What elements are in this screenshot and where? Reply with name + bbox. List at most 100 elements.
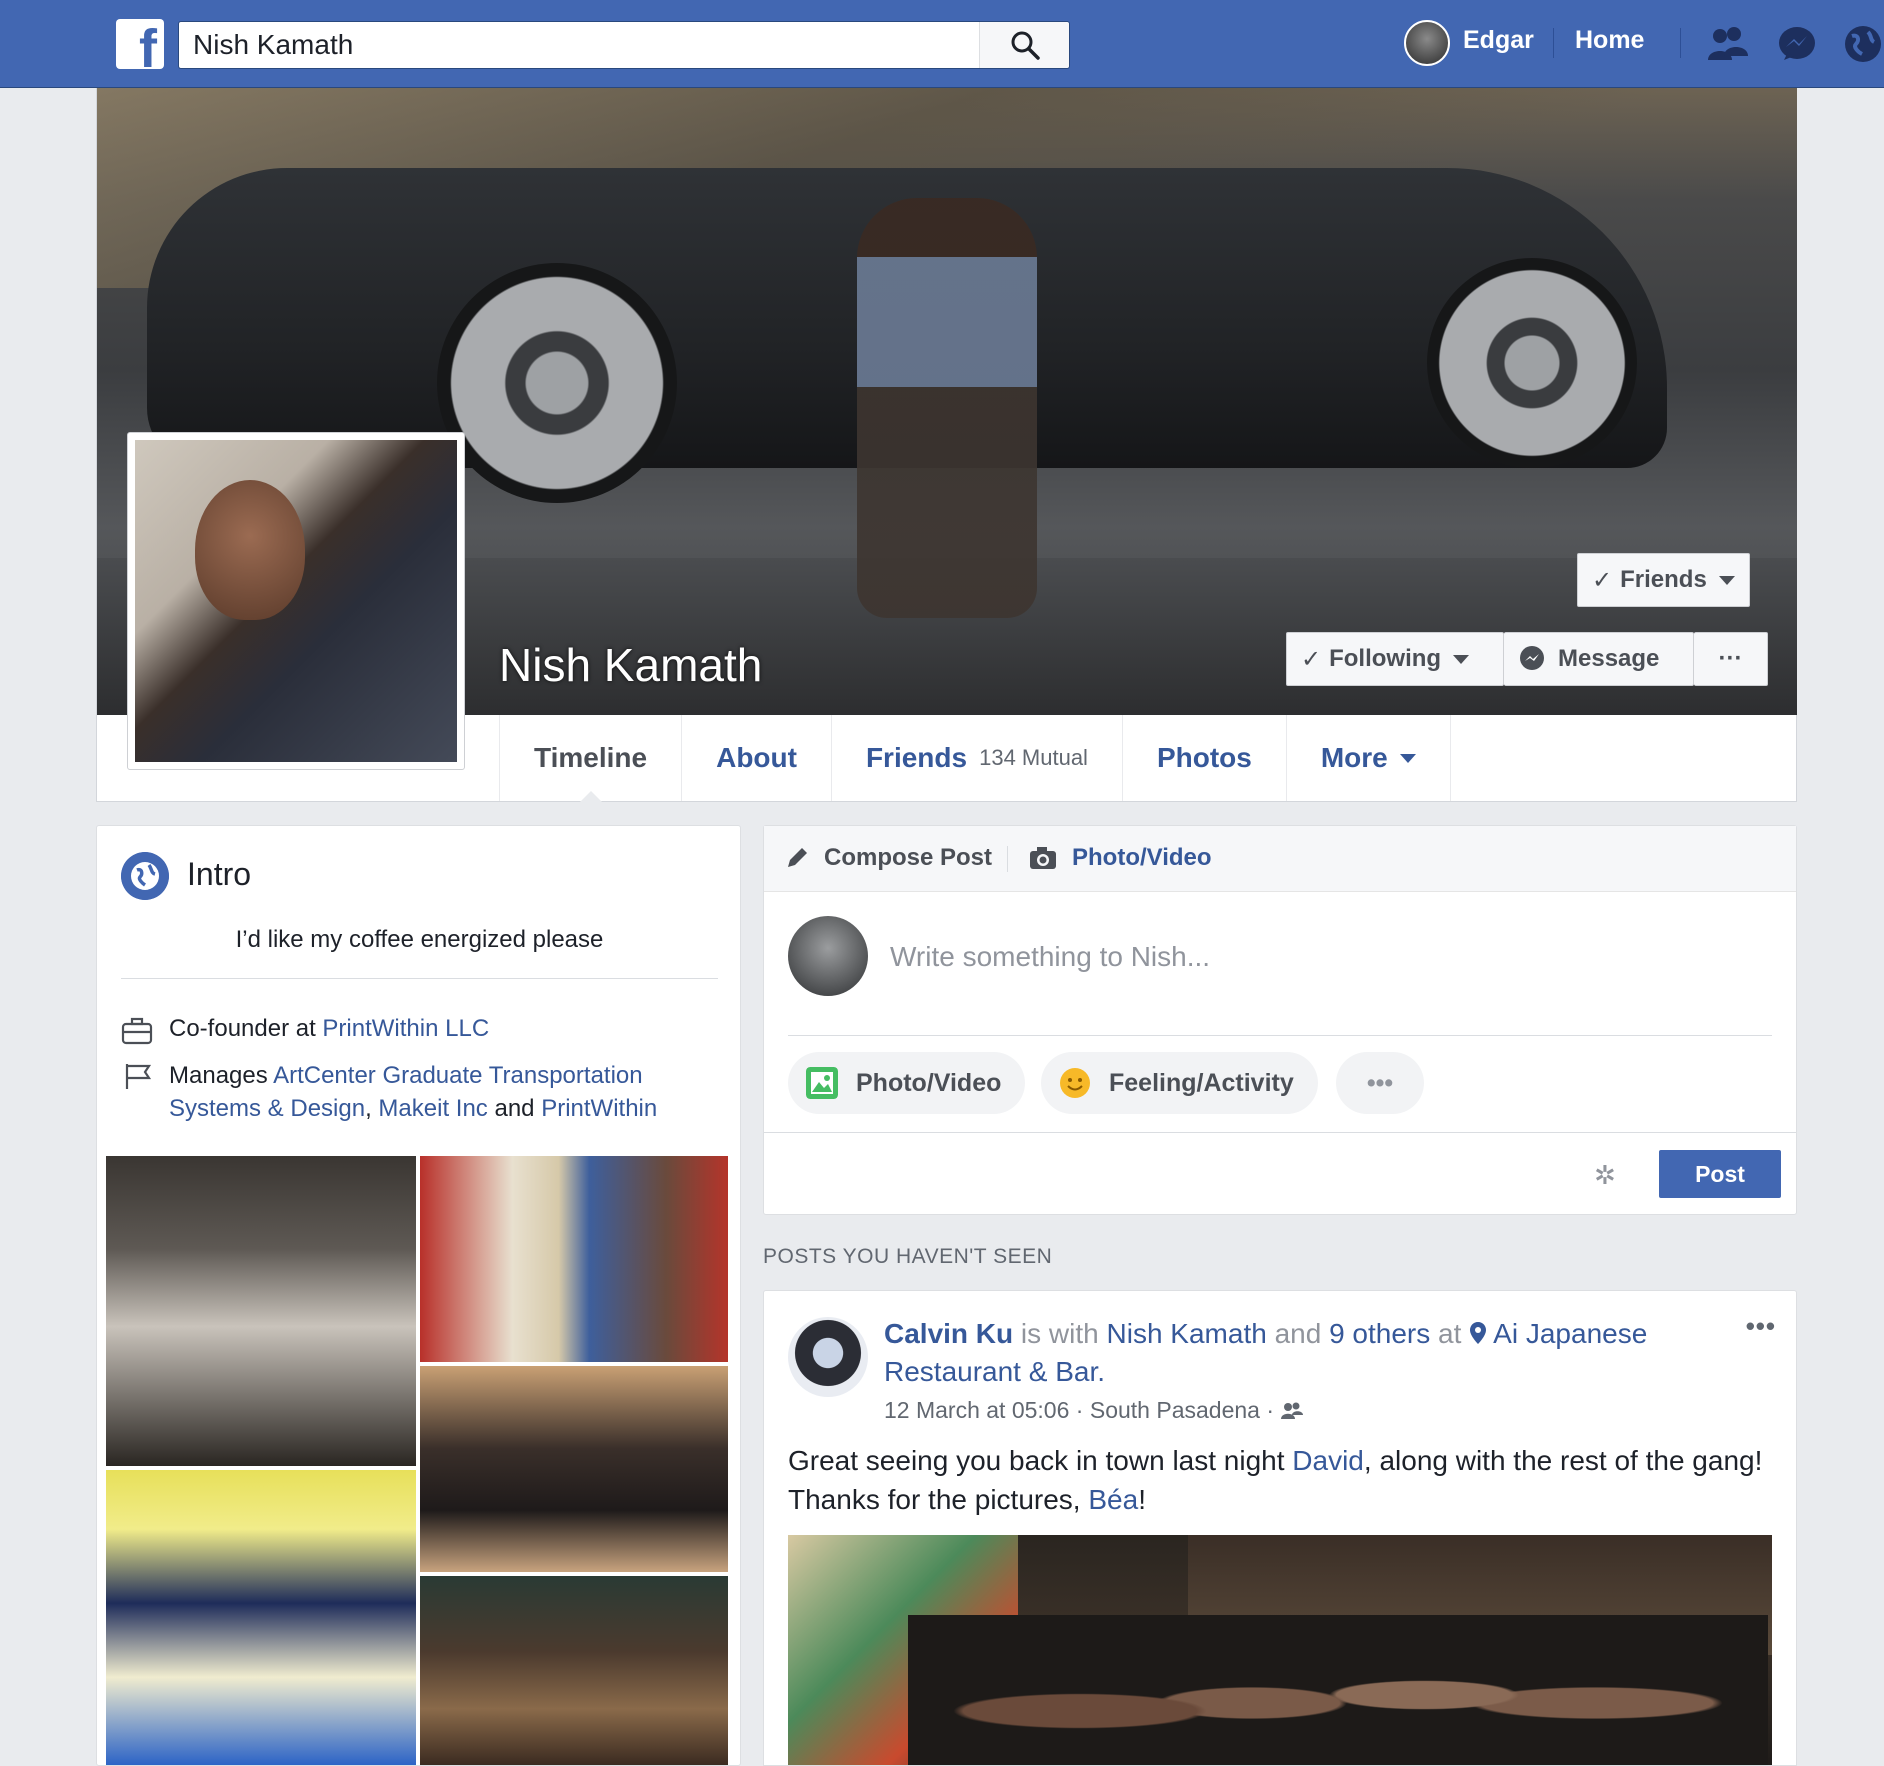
profile-name[interactable]: Nish Kamath [499, 638, 762, 692]
mutual-friends-count: 134 Mutual [979, 745, 1088, 770]
tab-friends[interactable]: Friends 134 Mutual [830, 715, 1122, 801]
more-dots-icon: ··· [1718, 645, 1743, 672]
top-navigation-bar: f Edgar Home [0, 0, 1884, 88]
flag-icon [125, 1064, 152, 1089]
manages-prefix: Manages [169, 1062, 274, 1089]
post-with-text: is with [1013, 1318, 1107, 1349]
post-author-avatar[interactable] [788, 1317, 868, 1397]
friends-button[interactable]: ✓ Friends [1577, 553, 1750, 607]
photo-thumbnail[interactable] [106, 1156, 416, 1466]
profile-tabs: Timeline About Friends 134 Mutual Photos … [499, 715, 1451, 802]
cover-front-wheel [437, 263, 677, 503]
messenger-icon[interactable] [1776, 24, 1818, 64]
nav-divider [1680, 28, 1681, 58]
profile-more-button[interactable]: ··· [1694, 632, 1768, 686]
feeling-activity-button[interactable]: Feeling/Activity [1041, 1052, 1318, 1114]
photo-thumbnail[interactable] [420, 1576, 728, 1765]
photo-video-button[interactable]: Photo/Video [788, 1052, 1026, 1114]
work-prefix: Co-founder at [169, 1015, 323, 1042]
photo-video-pill-label: Photo/Video [856, 1068, 1002, 1097]
work-company-link[interactable]: PrintWithin LLC [322, 1015, 489, 1042]
tagged-others-link[interactable]: 9 others [1329, 1318, 1430, 1349]
manages-and: and [487, 1095, 542, 1122]
post-text-part: Great seeing you back in town last night [788, 1445, 1293, 1476]
compose-post-tab[interactable]: Compose Post [784, 844, 992, 872]
feed-post: Calvin Ku is with Nish Kamath and 9 othe… [763, 1290, 1797, 1766]
cover-person [857, 198, 1037, 618]
photo-thumbnail[interactable] [106, 1470, 416, 1765]
tab-about[interactable]: About [681, 715, 831, 801]
post-and-text: and [1266, 1318, 1330, 1349]
post-options-button[interactable]: ••• [1746, 1311, 1776, 1342]
post-composer: Compose Post Photo/Video Write something… [763, 825, 1797, 1215]
search-box [178, 21, 1070, 69]
post-author-link[interactable]: Calvin Ku [884, 1318, 1013, 1349]
managed-page-link[interactable]: Makeit Inc [378, 1095, 487, 1122]
profile-picture-face [195, 480, 305, 620]
chevron-down-icon [1453, 654, 1470, 664]
chevron-down-icon [1718, 575, 1735, 585]
composer-header: Compose Post Photo/Video [764, 826, 1796, 892]
intro-bio: I’d like my coffee energized please [235, 926, 604, 953]
post-text: Great seeing you back in town last night… [788, 1441, 1778, 1519]
post-location-link[interactable]: South Pasadena [1090, 1397, 1260, 1423]
following-button-label: Following [1329, 645, 1442, 672]
work-row: Co-founder at PrintWithin LLC [169, 1012, 689, 1045]
photo-thumbnail[interactable] [420, 1156, 728, 1362]
friends-audience-icon[interactable] [1280, 1401, 1304, 1421]
following-button[interactable]: ✓ Following [1286, 632, 1504, 686]
post-button[interactable]: Post [1659, 1150, 1781, 1198]
message-button[interactable]: Message [1504, 632, 1694, 686]
tab-more[interactable]: More [1285, 715, 1451, 801]
mention-link[interactable]: David [1292, 1445, 1364, 1476]
friend-requests-icon[interactable] [1706, 24, 1748, 64]
location-pin-icon [1470, 1322, 1487, 1344]
user-avatar[interactable] [1404, 20, 1450, 66]
tab-timeline[interactable]: Timeline [499, 715, 681, 802]
intro-title: Intro [187, 856, 252, 892]
post-timestamp-link[interactable]: 12 March at 05:06 [884, 1397, 1069, 1423]
managed-page-link[interactable]: PrintWithin [541, 1095, 657, 1122]
post-photo-group [908, 1615, 1768, 1765]
home-link[interactable]: Home [1575, 26, 1644, 55]
facebook-logo-icon[interactable]: f [116, 19, 164, 69]
post-meta: 12 March at 05:06 · South Pasadena · [884, 1397, 1304, 1424]
composer-divider [788, 1035, 1772, 1036]
search-button[interactable] [979, 22, 1069, 68]
post-at-text: at [1430, 1318, 1470, 1349]
messenger-icon [1520, 646, 1544, 670]
smiley-icon [1060, 1068, 1090, 1098]
tab-label: Timeline [534, 742, 648, 773]
checkmark-icon: ✓ [1592, 566, 1613, 594]
meta-separator: · [1259, 1397, 1281, 1423]
search-input[interactable] [179, 22, 979, 68]
composer-header-divider [1007, 846, 1008, 872]
post-photo[interactable] [788, 1535, 1772, 1765]
intro-card: Intro I’d like my coffee energized pleas… [96, 825, 741, 1766]
post-header-period: . [1097, 1356, 1106, 1387]
tab-label: About [716, 742, 797, 773]
user-profile-link[interactable]: Edgar [1463, 26, 1534, 55]
composer-more-button[interactable]: ••• [1336, 1052, 1424, 1114]
chevron-down-icon [1399, 753, 1416, 763]
mention-link[interactable]: Béa [1088, 1484, 1138, 1515]
camera-icon [1030, 847, 1056, 869]
composer-footer-divider [764, 1132, 1796, 1133]
profile-picture[interactable] [127, 432, 465, 770]
photo-video-tab[interactable]: Photo/Video [1028, 844, 1212, 872]
tab-photos[interactable]: Photos [1121, 715, 1286, 801]
photo-thumbnail[interactable] [420, 1366, 728, 1572]
section-label: POSTS YOU HAVEN'T SEEN [763, 1245, 1053, 1268]
post-text-part: ! [1138, 1484, 1146, 1515]
meta-separator: · [1069, 1397, 1090, 1423]
tab-label: Photos [1156, 742, 1252, 773]
gear-icon[interactable]: ✲ [1594, 1160, 1616, 1191]
intro-divider [121, 978, 718, 979]
tagged-user-link[interactable]: Nish Kamath [1107, 1318, 1267, 1349]
notifications-globe-icon[interactable] [1842, 24, 1884, 64]
friends-button-label: Friends [1620, 566, 1707, 593]
post-header: Calvin Ku is with Nish Kamath and 9 othe… [884, 1315, 1684, 1391]
photo-icon [806, 1067, 838, 1099]
composer-input[interactable]: Write something to Nish... [890, 941, 1210, 973]
briefcase-icon [121, 1017, 153, 1045]
